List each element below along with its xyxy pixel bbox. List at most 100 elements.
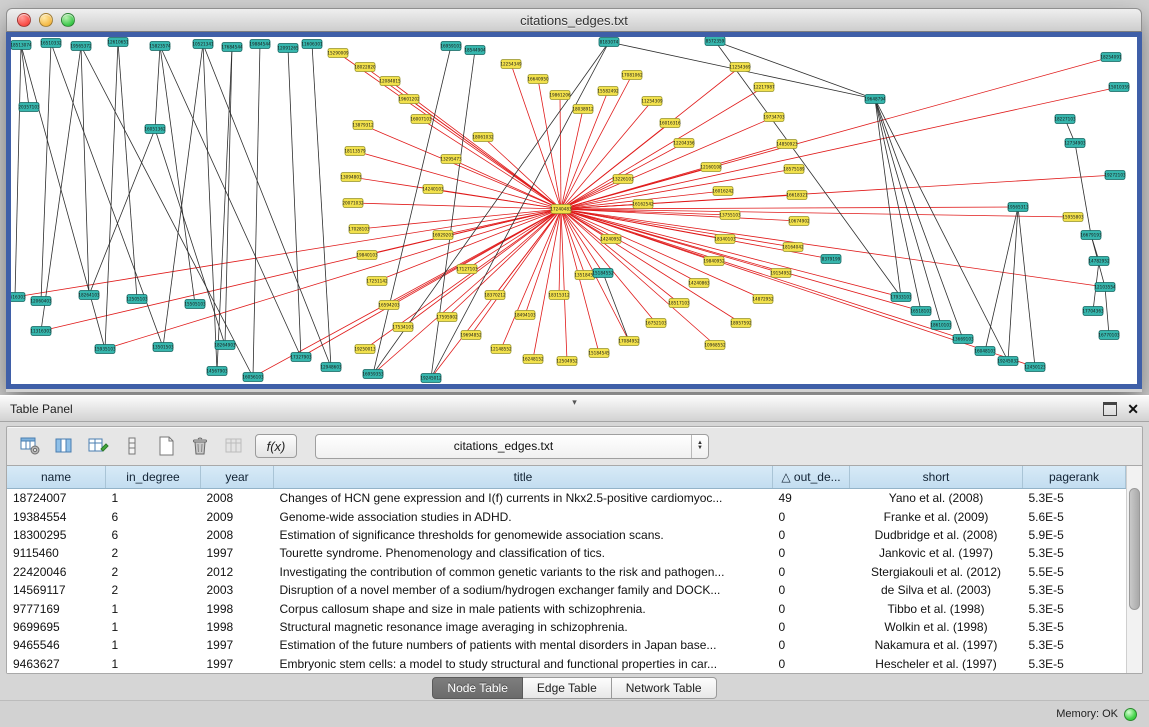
graph-node[interactable]: 12084815 bbox=[379, 77, 401, 86]
graph-node[interactable]: 15823574 bbox=[149, 42, 171, 51]
tab-node-table[interactable]: Node Table bbox=[432, 677, 523, 699]
show-columns-icon[interactable] bbox=[51, 433, 77, 459]
graph-node[interactable]: 10674902 bbox=[788, 217, 810, 226]
graph-node[interactable]: 12060403 bbox=[30, 297, 52, 306]
graph-node[interactable]: 18517103 bbox=[668, 299, 690, 308]
table-row[interactable]: 911546021997Tourette syndrome. Phenomeno… bbox=[7, 544, 1126, 562]
graph-node[interactable]: 18957592 bbox=[730, 319, 752, 328]
graph-node[interactable]: 12610651 bbox=[107, 38, 129, 47]
graph-node[interactable]: 16056103 bbox=[242, 373, 264, 382]
graph-node[interactable]: 16016316 bbox=[659, 119, 681, 128]
graph-node[interactable]: 11254309 bbox=[641, 97, 663, 106]
graph-node[interactable]: 16770103 bbox=[1098, 331, 1120, 340]
graph-node[interactable]: 18227103 bbox=[1054, 115, 1076, 124]
graph-node[interactable]: 19648794 bbox=[864, 95, 886, 104]
graph-node[interactable]: 17081062 bbox=[621, 71, 643, 80]
graph-node[interactable]: 19272103 bbox=[1104, 171, 1126, 180]
graph-node[interactable]: 17084952 bbox=[618, 337, 640, 346]
tab-network-table[interactable]: Network Table bbox=[612, 677, 717, 699]
minimize-window-button[interactable] bbox=[39, 13, 53, 27]
table-row[interactable]: 1872400712008Changes of HCN gene express… bbox=[7, 489, 1126, 508]
graph-node[interactable]: 18370212 bbox=[484, 291, 506, 300]
window-titlebar[interactable]: citations_edges.txt bbox=[6, 8, 1142, 32]
graph-node[interactable]: 19601202 bbox=[398, 95, 420, 104]
graph-node[interactable]: 16016242 bbox=[712, 187, 734, 196]
column-header[interactable]: name bbox=[7, 466, 106, 489]
graph-node[interactable]: 13879312 bbox=[352, 121, 374, 130]
graph-node[interactable]: 17240483 bbox=[550, 205, 572, 214]
graph-node[interactable]: 8379199 bbox=[821, 255, 841, 264]
graph-node[interactable]: 16959353 bbox=[362, 370, 384, 379]
graph-node[interactable]: 12148552 bbox=[490, 345, 512, 354]
table-scrollbar[interactable] bbox=[1126, 466, 1142, 673]
graph-node[interactable]: 18061032 bbox=[472, 133, 494, 142]
scrollbar-thumb[interactable] bbox=[1129, 488, 1140, 610]
graph-node[interactable]: 18494103 bbox=[514, 311, 536, 320]
graph-node[interactable]: 19565313 bbox=[1007, 203, 1029, 212]
graph-node[interactable]: 16959103 bbox=[440, 42, 462, 51]
graph-node[interactable]: 18610103 bbox=[930, 321, 952, 330]
graph-node[interactable]: 20357103 bbox=[18, 103, 40, 112]
graph-node[interactable]: 14872952 bbox=[752, 295, 774, 304]
graph-node[interactable]: 19694852 bbox=[460, 331, 482, 340]
table-row[interactable]: 946554611997Estimation of the future num… bbox=[7, 636, 1126, 654]
graph-node[interactable]: 13295473 bbox=[440, 155, 462, 164]
graph-node[interactable]: 14782952 bbox=[1088, 257, 1110, 266]
graph-node[interactable]: 14567903 bbox=[206, 367, 228, 376]
graph-node[interactable]: 18113579 bbox=[344, 147, 366, 156]
graph-node[interactable]: 16007103 bbox=[410, 115, 432, 124]
graph-node[interactable]: 13226103 bbox=[612, 175, 634, 184]
graph-node[interactable]: 19245012 bbox=[420, 374, 442, 383]
graph-node[interactable]: 12091265 bbox=[277, 44, 299, 53]
graph-node[interactable]: 11606301 bbox=[301, 40, 323, 49]
graph-node[interactable]: 16929203 bbox=[432, 231, 454, 240]
graph-node[interactable]: 18544904 bbox=[464, 46, 486, 55]
column-header[interactable]: in_degree bbox=[106, 466, 201, 489]
graph-node[interactable]: 13755103 bbox=[719, 211, 741, 220]
delete-columns-icon[interactable] bbox=[187, 433, 213, 459]
column-header[interactable]: year bbox=[201, 466, 274, 489]
tab-edge-table[interactable]: Edge Table bbox=[523, 677, 612, 699]
graph-node[interactable]: 17595902 bbox=[436, 313, 458, 322]
column-header[interactable]: △ out_de... bbox=[773, 466, 850, 489]
table-row[interactable]: 1456911722003Disruption of a novel membe… bbox=[7, 581, 1126, 599]
graph-node[interactable]: 16679193 bbox=[1080, 231, 1102, 240]
graph-node[interactable]: 12204356 bbox=[673, 139, 695, 148]
graph-node[interactable]: 20071032 bbox=[342, 199, 364, 208]
graph-node[interactable]: 18164042 bbox=[782, 243, 804, 252]
graph-node[interactable]: 12254349 bbox=[500, 60, 522, 69]
graph-node[interactable]: 17684544 bbox=[221, 43, 243, 52]
graph-node[interactable]: 19734703 bbox=[763, 113, 785, 122]
zoom-window-button[interactable] bbox=[61, 13, 75, 27]
table-mode-icon[interactable] bbox=[17, 433, 43, 459]
graph-node[interactable]: 16048103 bbox=[974, 347, 996, 356]
graph-node[interactable]: 14240863 bbox=[688, 279, 710, 288]
graph-node[interactable]: 18038912 bbox=[572, 105, 594, 114]
graph-node[interactable]: 19154952 bbox=[770, 269, 792, 278]
graph-node[interactable]: 17534103 bbox=[392, 323, 414, 332]
graph-node[interactable]: 18022820 bbox=[354, 63, 376, 72]
graph-node[interactable]: 8572359 bbox=[705, 37, 725, 46]
table-selector-dropdown[interactable]: citations_edges.txt ▲▼ bbox=[315, 434, 709, 459]
graph-node[interactable]: 14240952 bbox=[600, 235, 622, 244]
graph-node[interactable]: 16594203 bbox=[378, 301, 400, 310]
float-panel-icon[interactable] bbox=[1103, 402, 1117, 416]
graph-node[interactable]: 19245032 bbox=[997, 357, 1019, 366]
network-canvas[interactable]: 1851307416510332195653721261065115823574… bbox=[11, 37, 1137, 384]
table-row[interactable]: 1938455462009Genome-wide association stu… bbox=[7, 507, 1126, 525]
graph-node[interactable]: 17028103 bbox=[348, 225, 370, 234]
graph-node[interactable]: 17251142 bbox=[366, 277, 388, 286]
graph-node[interactable]: 15935103 bbox=[94, 345, 116, 354]
graph-node[interactable]: 10521341 bbox=[192, 40, 214, 49]
table-row[interactable]: 969969511998Structural magnetic resonanc… bbox=[7, 618, 1126, 636]
graph-node[interactable]: 15290009 bbox=[327, 49, 349, 58]
graph-node[interactable]: 10968552 bbox=[704, 341, 726, 350]
graph-node[interactable]: 14240103 bbox=[422, 185, 444, 194]
graph-node[interactable]: 18254091 bbox=[1100, 53, 1122, 62]
graph-node[interactable]: 18264903 bbox=[214, 341, 236, 350]
graph-node[interactable]: 19565372 bbox=[70, 42, 92, 51]
graph-node[interactable]: 15582492 bbox=[597, 87, 619, 96]
close-window-button[interactable] bbox=[17, 13, 31, 27]
graph-node[interactable]: 16051362 bbox=[144, 125, 166, 134]
graph-node[interactable]: 8183074 bbox=[599, 38, 619, 47]
